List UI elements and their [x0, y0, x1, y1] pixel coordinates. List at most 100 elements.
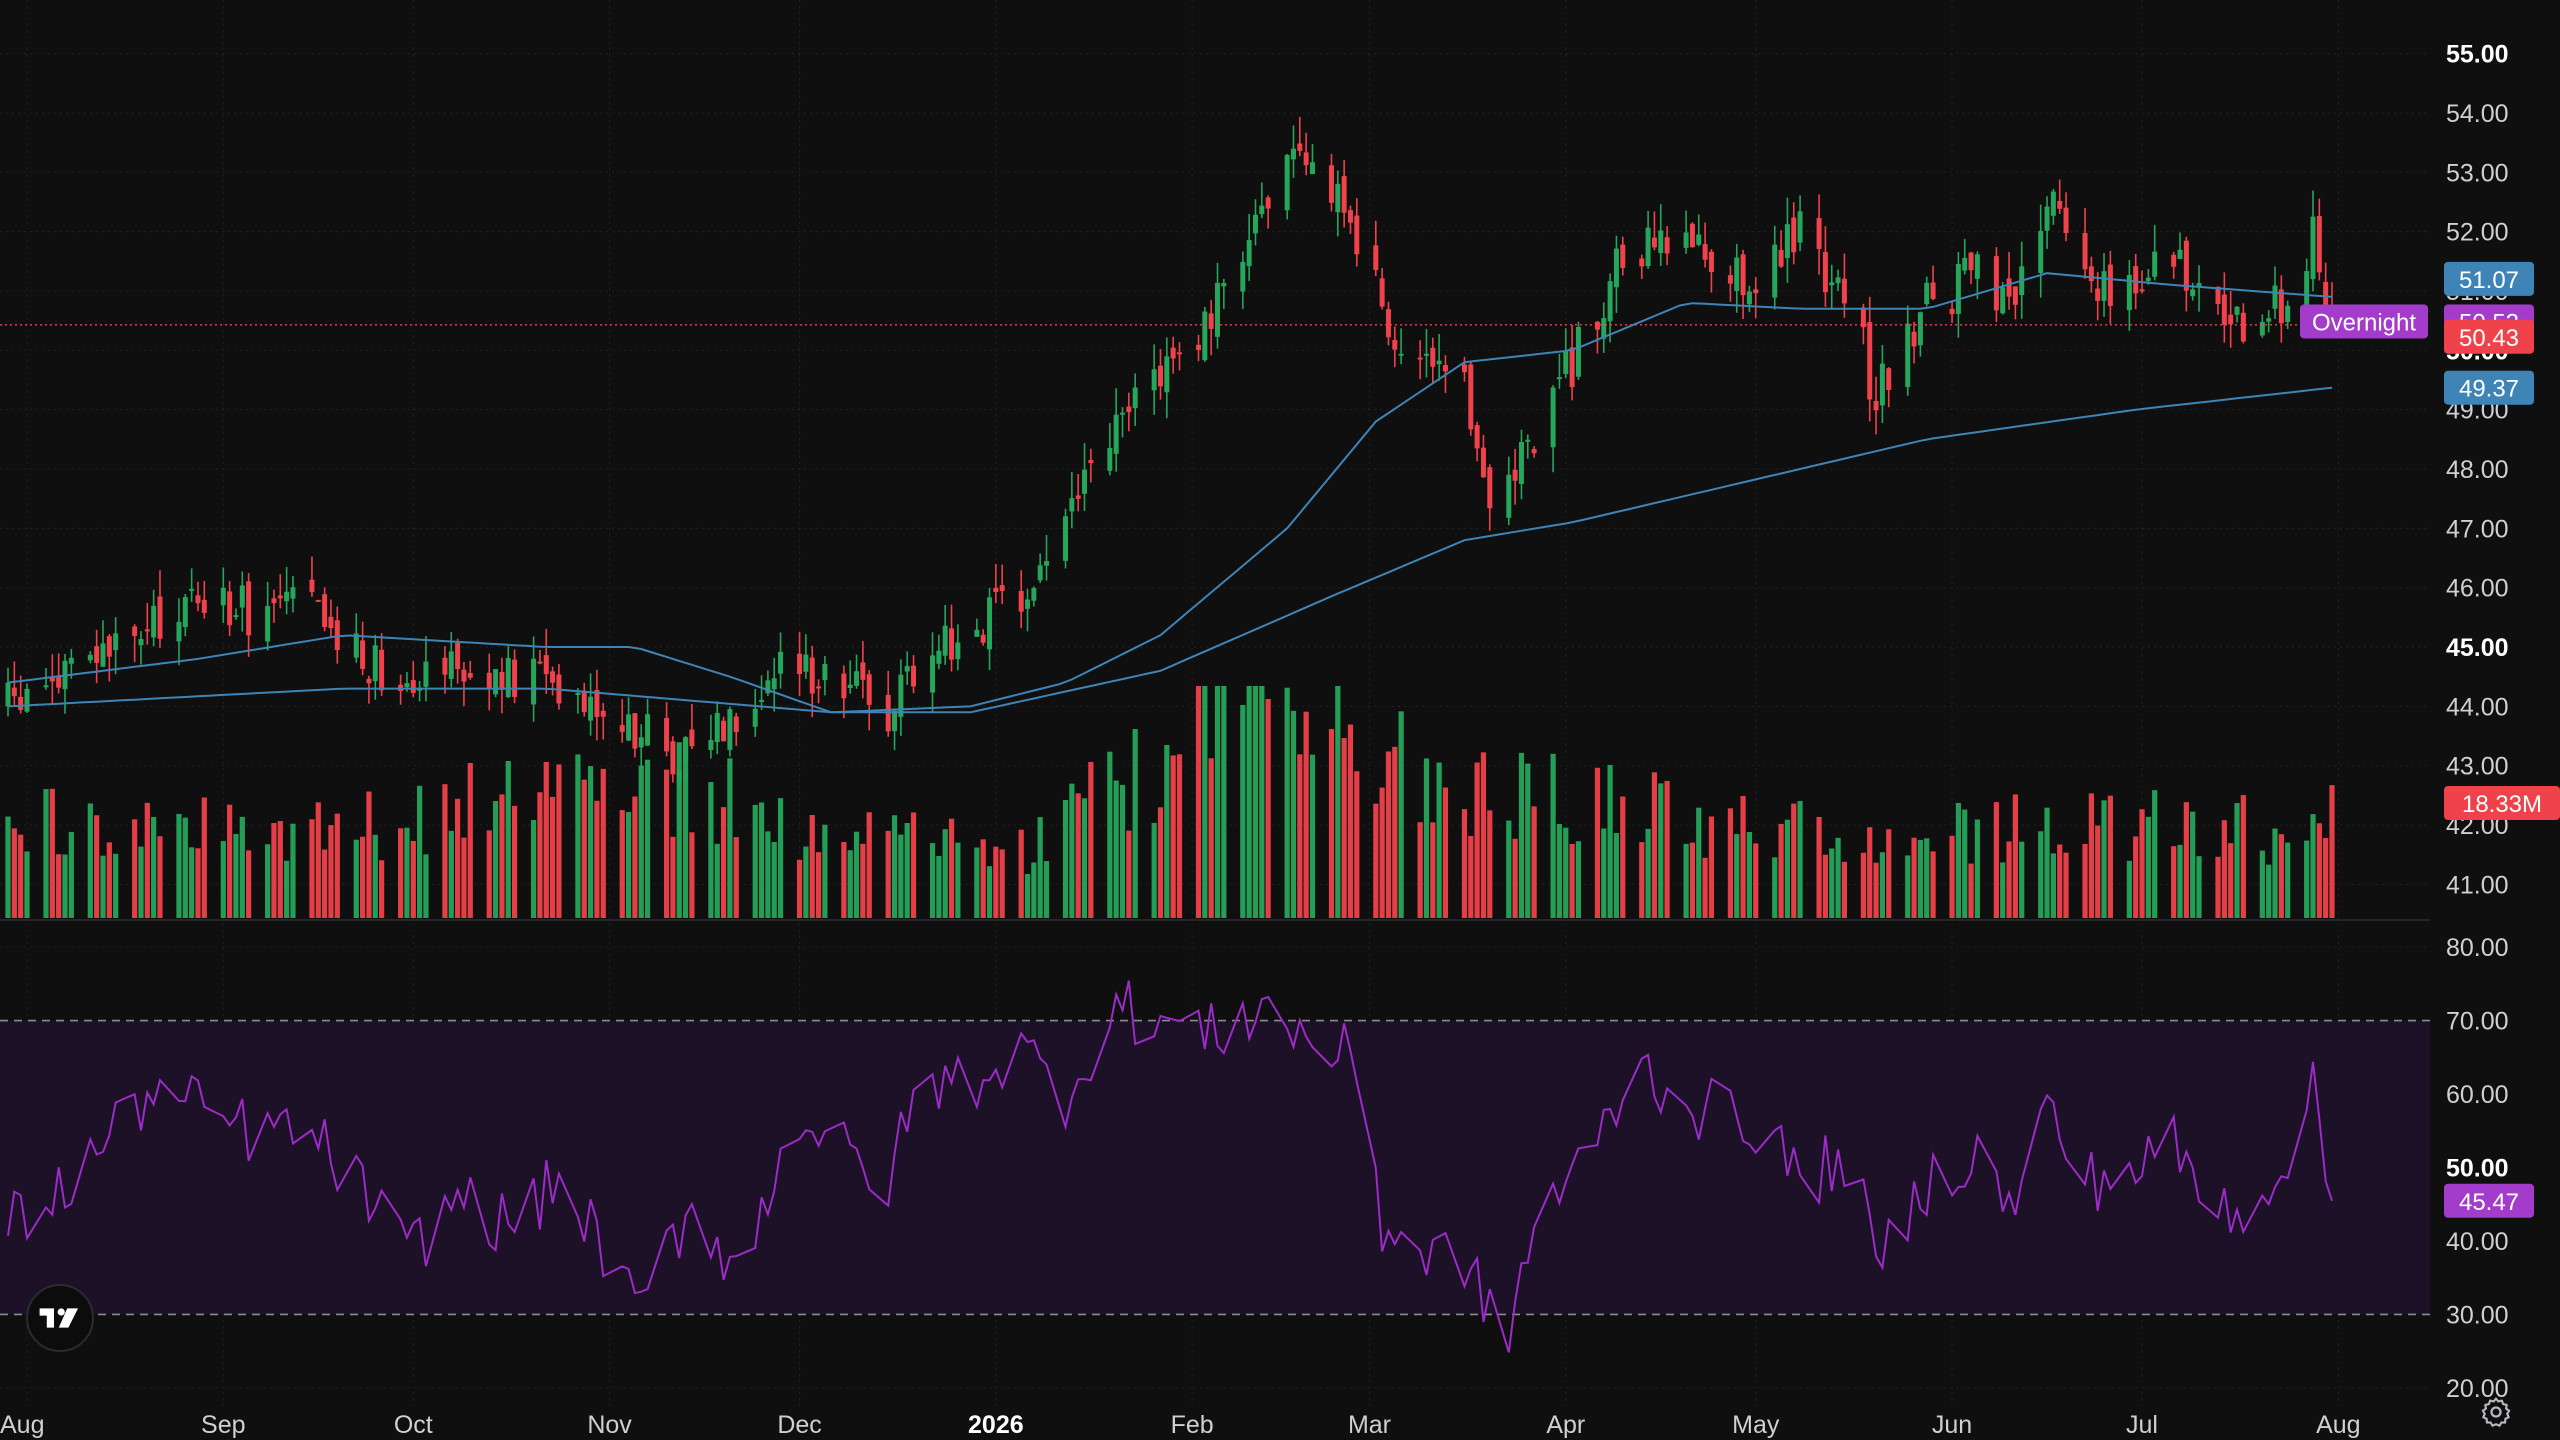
- candle-down: [144, 629, 150, 632]
- volume-bar: [2183, 802, 2189, 918]
- volume-bar: [1993, 802, 1999, 918]
- volume-bar: [43, 789, 49, 918]
- volume-bar: [575, 754, 581, 918]
- candle-up: [1259, 205, 1265, 215]
- volume-bar: [1784, 819, 1791, 918]
- volume-bar: [625, 811, 632, 918]
- candle-down: [1442, 365, 1448, 372]
- volume-bar: [448, 830, 454, 918]
- candle-up: [1905, 323, 1911, 388]
- candle-up: [1151, 369, 1157, 391]
- volume-bar: [334, 813, 340, 918]
- volume-bar: [2228, 843, 2234, 918]
- volume-bar: [752, 804, 758, 918]
- volume-bar: [993, 846, 999, 918]
- candle-down: [1480, 447, 1486, 478]
- candle-up: [1746, 291, 1752, 305]
- volume-bar: [1303, 711, 1309, 918]
- volume-bar: [771, 842, 777, 918]
- candle-down: [816, 686, 822, 689]
- volume-bar: [5, 816, 11, 918]
- volume-bar: [1119, 784, 1126, 918]
- candle-up: [2285, 305, 2291, 322]
- candle-down: [201, 599, 207, 613]
- volume-bar: [999, 849, 1005, 918]
- volume-bar: [1639, 842, 1645, 918]
- volume-bar: [239, 816, 245, 918]
- volume-bar: [1873, 862, 1879, 918]
- price-axis-tick-label: 55.00: [2446, 41, 2509, 69]
- candle-up: [955, 642, 961, 660]
- volume-bar: [284, 860, 290, 918]
- rsi-axis-tick-label: 40.00: [2446, 1228, 2509, 1256]
- volume-bar: [1734, 834, 1740, 918]
- volume-bar: [720, 807, 727, 918]
- candle-up: [2038, 230, 2044, 273]
- candle-down: [619, 725, 625, 732]
- candle-down: [379, 649, 385, 691]
- volume-bar: [1791, 803, 1797, 918]
- candle-up: [1221, 282, 1227, 287]
- volume-bar: [1886, 829, 1892, 918]
- volume-bar: [803, 846, 809, 918]
- candle-up: [1525, 439, 1531, 442]
- candle-up: [1974, 254, 1980, 279]
- volume-bar: [2234, 803, 2240, 918]
- candle-down: [1417, 357, 1423, 360]
- candle-up: [778, 651, 784, 674]
- candle-down: [1512, 469, 1518, 481]
- volume-bar: [632, 796, 638, 918]
- volume-bar: [151, 817, 157, 918]
- volume-bar: [404, 827, 410, 918]
- volume-bar: [910, 812, 917, 918]
- candle-down: [600, 710, 606, 717]
- candle-up: [5, 682, 11, 707]
- candle-up: [727, 709, 733, 750]
- volume-bar: [1594, 767, 1601, 918]
- candle-up: [1556, 377, 1562, 380]
- time-axis-tick-label: Nov: [587, 1411, 632, 1439]
- volume-bar: [1487, 810, 1493, 918]
- candle-up: [2272, 285, 2278, 309]
- volume-bar: [1195, 686, 1202, 918]
- volume-bar: [898, 834, 904, 918]
- chart-canvas[interactable]: 41.0042.0043.0044.0045.0046.0047.0048.00…: [0, 0, 2560, 1440]
- rsi-last-value-label-text: 45.47: [2459, 1189, 2519, 1216]
- volume-bar: [758, 802, 765, 918]
- candle-down: [1385, 309, 1391, 338]
- rsi-axis-tick-label: 70.00: [2446, 1008, 2509, 1036]
- candle-down: [543, 655, 549, 675]
- candle-down: [2095, 288, 2101, 301]
- volume-bar: [1531, 806, 1537, 918]
- candle-up: [1575, 326, 1581, 377]
- volume-bar: [2145, 816, 2151, 918]
- volume-bar: [581, 779, 587, 918]
- candle-down: [1373, 245, 1379, 270]
- volume-bar: [948, 818, 955, 918]
- candle-down: [1195, 344, 1201, 350]
- volume-bar: [1778, 823, 1784, 918]
- candle-down: [1949, 308, 1955, 315]
- rsi-axis-tick-label: 50.00: [2446, 1155, 2509, 1183]
- candle-up: [759, 699, 765, 702]
- chart-settings-button[interactable]: [2476, 1392, 2516, 1432]
- volume-bar: [1753, 843, 1759, 918]
- volume-bar: [2272, 828, 2278, 918]
- volume-bar: [442, 784, 448, 918]
- candle-down: [1126, 406, 1132, 413]
- candle-down: [132, 626, 138, 636]
- volume-bar: [1550, 753, 1556, 918]
- time-axis-tick-label: Aug: [2316, 1411, 2360, 1439]
- candle-down: [18, 696, 24, 710]
- time-axis-tick-label: 2026: [968, 1411, 1024, 1439]
- candle-up: [2190, 289, 2196, 297]
- volume-bar: [1423, 758, 1430, 918]
- candle-down: [309, 579, 315, 593]
- volume-bar: [1518, 752, 1525, 918]
- tradingview-logo-button[interactable]: [26, 1284, 94, 1352]
- candle-up: [2145, 277, 2151, 282]
- overnight-badge: Overnight: [2300, 304, 2428, 339]
- volume-bar: [2107, 795, 2113, 918]
- candle-up: [531, 658, 537, 705]
- candle-down: [1208, 313, 1214, 329]
